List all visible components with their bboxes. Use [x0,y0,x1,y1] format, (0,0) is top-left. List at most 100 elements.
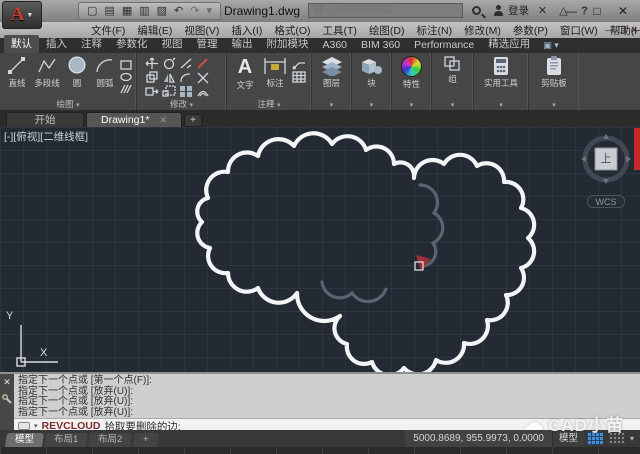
snap-mode-toggle-icon[interactable] [609,432,625,445]
panel-label-clipboard[interactable]: ▾ [529,98,579,110]
minimize-button[interactable]: — [558,0,584,22]
tool-properties[interactable]: 特性 [395,56,429,90]
panel-label-properties[interactable]: ▾ [392,98,431,110]
menu-dimension[interactable]: 标注(N) [412,23,458,38]
wrench-icon[interactable] [2,394,12,404]
array-tool-icon[interactable] [177,84,194,98]
revision-cloud[interactable] [197,133,534,372]
tool-layers[interactable]: 图层 [315,56,349,89]
search-input[interactable] [308,3,463,18]
fillet-tool-icon[interactable] [177,70,194,84]
rectangle-tool-icon[interactable] [119,59,133,71]
ribbon-tab-view[interactable]: 视图 [155,35,190,53]
panel-label-group[interactable]: ▾ [432,98,473,110]
panel-label-draw[interactable]: 绘图 ▾ [0,98,136,110]
leader-tool-icon[interactable] [291,59,307,71]
menu-draw[interactable]: 绘图(D) [364,23,410,38]
command-dropdown-icon[interactable]: ▾ [34,422,38,430]
panel-block: 块 ▾ [352,53,392,110]
grid-display-toggle-icon[interactable] [587,432,603,445]
tool-polyline[interactable]: 多段线 [31,56,63,89]
ribbon-tab-bim360[interactable]: BIM 360 [354,38,407,53]
search-icon[interactable] [469,3,484,18]
mdi-restore-icon[interactable]: ❐ [618,25,626,36]
open-file-icon[interactable]: ▤ [104,3,114,19]
ribbon-tab-manage[interactable]: 管理 [190,35,225,53]
tool-circle[interactable]: 圆 [63,56,91,89]
explode-tool-icon[interactable] [194,70,211,84]
menu-window[interactable]: 窗口(W) [555,23,603,38]
user-icon[interactable] [490,3,505,18]
ellipse-tool-icon[interactable] [119,71,133,83]
new-tab-button[interactable]: + [184,114,202,127]
drawing-canvas[interactable]: [-][俯视][二维线框] Y X [0,127,640,372]
panel-label-annotate[interactable]: 注释 ▾ [227,98,311,110]
qat-dropdown-icon[interactable]: ▾ [206,3,212,19]
offset-tool-icon[interactable] [194,84,211,98]
close-button[interactable]: ✕ [610,0,636,22]
tool-block[interactable]: 块 [355,56,389,89]
panel-label-block[interactable]: ▾ [352,98,391,110]
ribbon-tab-home[interactable]: 默认 [4,35,39,53]
layout-tab-model[interactable]: 模型 [5,433,44,447]
close-command-icon[interactable]: ✕ [3,377,11,388]
ribbon-tab-insert[interactable]: 插入 [39,35,74,53]
save-icon[interactable]: ▦ [122,3,132,19]
layout-tab-layout2[interactable]: 布局2 [88,433,132,447]
exchange-x-icon[interactable]: ✕ [535,3,550,18]
erase-tool-icon[interactable] [194,56,211,70]
close-tab-icon[interactable]: ✕ [159,115,167,125]
hatch-tool-icon[interactable] [119,83,133,95]
tool-dimension[interactable]: 标注 [259,56,291,89]
coordinates-display[interactable]: 5000.8689, 955.9973, 0.0000 [405,430,552,447]
viewcube-top-face[interactable]: 上 [595,148,617,170]
move-tool-icon[interactable] [143,56,160,70]
autocad-window: A ▼ ▢ ▤ ▦ ▥ ▨ ↶ ↷ ▾ Drawing1.dwg 登录 ✕ △ … [0,0,640,454]
panel-label-modify[interactable]: 修改 ▾ [137,98,226,110]
tool-text[interactable]: A 文字 [231,56,259,91]
application-menu-button[interactable]: A ▼ [2,1,42,29]
tool-group[interactable]: 组 [436,56,470,85]
panel-label-layers[interactable]: ▾ [312,98,351,110]
rotate-tool-icon[interactable] [160,56,177,70]
status-dropdown-icon[interactable]: ▾ [630,434,634,443]
mirror-tool-icon[interactable] [160,70,177,84]
ribbon-tab-parametric[interactable]: 参数化 [109,35,155,53]
wcs-button[interactable]: WCS [587,195,625,208]
ribbon-tab-addins[interactable]: 附加模块 [260,35,316,53]
scale-tool-icon[interactable] [160,84,177,98]
tool-clipboard[interactable]: 剪贴板 [532,56,576,89]
ribbon-tab-performance[interactable]: Performance [407,38,481,53]
tool-line[interactable]: 直线 [3,56,31,89]
undo-icon[interactable]: ↶ [174,3,183,19]
file-tab-drawing1[interactable]: Drawing1*✕ [86,112,182,127]
tool-utilities[interactable]: 实用工具 [477,56,525,89]
ribbon-tab-annotate[interactable]: 注释 [74,35,109,53]
ribbon-tab-output[interactable]: 输出 [225,35,260,53]
trim-tool-icon[interactable] [177,56,194,70]
redo-icon[interactable]: ↷ [190,3,199,19]
ribbon-tab-a360[interactable]: A360 [316,38,355,53]
layout-tab-layout1[interactable]: 布局1 [44,433,88,447]
panel-label-utilities[interactable]: ▾ [474,98,528,110]
new-layout-button[interactable]: + [133,433,159,447]
group-icon [444,56,462,72]
sign-in-button[interactable]: 登录 [508,3,529,18]
ribbon-tab-featured-apps[interactable]: 精选应用 [481,35,537,53]
viewcube[interactable]: 上 WCS [578,133,634,211]
file-tab-start[interactable]: 开始 [6,112,84,127]
mdi-minimize-icon[interactable]: — [605,25,614,35]
maximize-button[interactable]: □ [584,0,610,22]
table-tool-icon[interactable] [291,71,307,83]
mdi-close-icon[interactable]: ✕ [630,25,638,36]
tool-arc[interactable]: 圆弧 [91,56,119,89]
copy-tool-icon[interactable] [143,70,160,84]
window-controls: — □ ✕ [558,0,636,22]
plot-icon[interactable]: ▨ [157,3,167,19]
save-as-icon[interactable]: ▥ [139,3,149,19]
new-file-icon[interactable]: ▢ [87,3,97,19]
stretch-tool-icon[interactable] [143,84,160,98]
ribbon-options-icon[interactable]: ▣ ▾ [537,40,565,53]
model-space-button[interactable]: 模型 [552,430,584,447]
menu-tools[interactable]: 工具(T) [318,23,362,38]
